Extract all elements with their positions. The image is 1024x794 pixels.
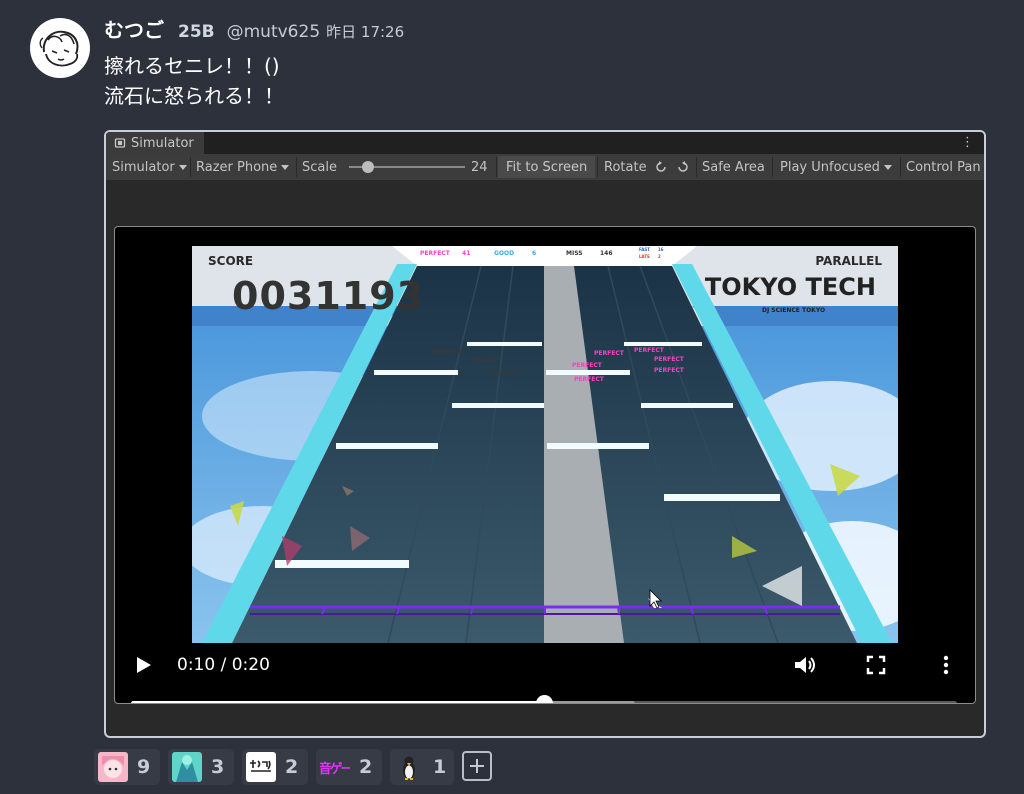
score-label: SCORE	[208, 254, 254, 268]
reaction-count: 3	[211, 756, 225, 778]
play-button[interactable]	[135, 655, 153, 679]
perfect-count: 41	[462, 250, 471, 257]
plus-icon	[470, 759, 484, 773]
judgement-text: PERFECT	[634, 347, 664, 354]
simulator-mode-label: Simulator	[112, 159, 175, 175]
play-unfocused-dropdown[interactable]: Play Unfocused	[780, 154, 892, 180]
author-handle[interactable]: @mutv625	[227, 22, 321, 42]
reaction-count: 2	[359, 756, 373, 778]
reaction-count: 2	[285, 756, 299, 778]
rotate-label: Rotate	[604, 159, 647, 175]
judgement-text: PERFECT	[572, 362, 602, 369]
judgement-text: PERFECT	[574, 376, 604, 383]
post-header: むつご 25B @mutv625 昨日 17:26	[104, 14, 404, 54]
judgement-text: PERFECT	[492, 370, 522, 377]
device-dropdown[interactable]: Razer Phone	[196, 154, 290, 180]
perfect-count-label: PERFECT	[420, 250, 450, 257]
good-count-label: GOOD	[494, 250, 515, 257]
judgement-text: PERFECT	[432, 349, 462, 356]
scale-label: Scale	[302, 159, 337, 175]
device-label: Razer Phone	[196, 159, 278, 175]
music-game-emoji-text: 音ゲー	[320, 761, 350, 777]
avatar[interactable]	[30, 18, 90, 78]
video-embed: Simulator ⋮ Simulator Razer Phone Scale …	[104, 130, 986, 738]
chevron-down-icon	[281, 164, 290, 170]
fast-count: 16	[658, 247, 664, 252]
avatar-drawing-icon	[39, 30, 79, 67]
reaction-button[interactable]: 9	[94, 749, 160, 785]
pink-character-emoji-icon	[98, 752, 128, 782]
music-game-emoji-icon: 音ゲー	[320, 752, 350, 782]
video-player[interactable]: SCORE 0031193 PERFECT 41 GOOD 6 MISS 146…	[114, 226, 976, 704]
more-options-button[interactable]	[941, 654, 951, 680]
reaction-button[interactable]: 1	[390, 749, 454, 785]
score-value: 0031193	[232, 274, 425, 318]
judgement-text: PERFECT	[654, 356, 684, 363]
chevron-down-icon	[883, 164, 892, 170]
late-count: 2	[658, 254, 661, 259]
safe-area-toggle[interactable]: Safe Area	[702, 154, 765, 180]
volume-icon	[795, 657, 815, 673]
game-screen: SCORE 0031193 PERFECT 41 GOOD 6 MISS 146…	[192, 246, 898, 643]
reaction-count: 9	[137, 756, 151, 778]
post-timestamp[interactable]: 昨日 17:26	[326, 21, 404, 42]
miss-count-label: MISS	[566, 250, 583, 257]
scale-slider-handle[interactable]	[362, 161, 374, 173]
late-count-label: LATE	[639, 254, 650, 259]
volume-button[interactable]	[793, 654, 817, 680]
post-text-line-1: 擦れるセニレ！！()	[104, 54, 280, 78]
simulator-mode-dropdown[interactable]: Simulator	[112, 154, 187, 180]
add-reaction-button[interactable]	[462, 751, 492, 781]
teal-character-emoji-icon	[172, 752, 202, 782]
seek-progress	[131, 701, 544, 703]
song-artist-sub: DJ SCIENCE TOKYO	[762, 307, 826, 314]
judgement-text: PERFECT	[594, 350, 624, 357]
simulator-menu-icon[interactable]: ⋮	[961, 135, 974, 150]
play-icon	[137, 657, 151, 673]
fit-to-screen-button[interactable]: Fit to Screen	[498, 156, 596, 178]
author-name[interactable]: むつご	[104, 14, 164, 43]
simulator-device-icon	[114, 138, 126, 148]
miss-count: 146	[600, 250, 613, 257]
video-time: 0:10 / 0:20	[177, 655, 270, 675]
good-count: 6	[532, 250, 537, 257]
penguin-emoji-icon	[394, 752, 424, 782]
seek-bar[interactable]	[131, 695, 957, 703]
song-title: PARALLEL	[815, 254, 882, 268]
simulator-toolbar: Simulator Razer Phone Scale 24 Fit to Sc…	[106, 154, 984, 180]
song-artist: TOKYO TECH	[704, 273, 876, 301]
simulator-tab-bar: Simulator ⋮	[106, 132, 984, 154]
play-unfocused-label: Play Unfocused	[780, 159, 880, 175]
reaction-button[interactable]: 音ゲー 2	[316, 749, 382, 785]
seek-handle[interactable]	[536, 695, 553, 703]
chevron-down-icon	[178, 164, 187, 170]
author-badge: 25B	[178, 22, 215, 42]
simulator-tab-label: Simulator	[131, 135, 194, 151]
rotate-right-icon[interactable]	[676, 154, 690, 180]
simulator-tab[interactable]: Simulator	[106, 132, 204, 154]
judgement-text: PERFECT	[654, 367, 684, 374]
reaction-button[interactable]: 2	[242, 749, 308, 785]
rotate-left-icon[interactable]	[654, 154, 668, 180]
fullscreen-button[interactable]	[866, 655, 886, 679]
control-panel-button[interactable]: Control Pan	[906, 154, 981, 180]
post-text-line-2: 流石に怒られる！！	[104, 84, 284, 108]
sugoi-text-emoji-icon	[246, 752, 276, 782]
scale-value: 24	[471, 159, 488, 175]
judgement-text: PERFECT	[472, 357, 502, 364]
more-vertical-icon	[943, 655, 949, 675]
reaction-button[interactable]: 3	[168, 749, 234, 785]
fullscreen-icon	[866, 655, 886, 675]
fast-count-label: FAST	[639, 247, 650, 252]
reaction-count: 1	[433, 756, 447, 778]
